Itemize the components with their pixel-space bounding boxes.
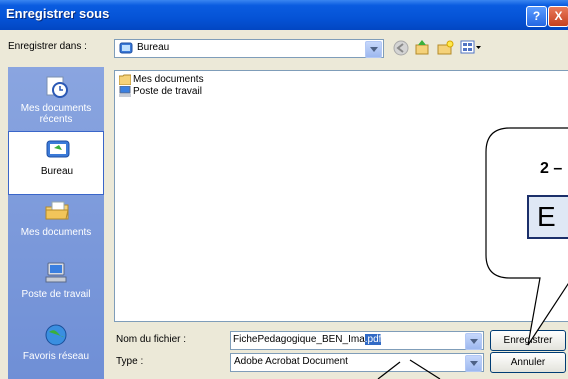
callout-overlay	[377, 127, 568, 379]
callout-box-text: E	[537, 201, 556, 232]
callout-step-text: 2 –	[540, 160, 563, 177]
callout-button-preview: E	[527, 195, 568, 239]
save-as-dialog: Enregistrer sous ? X Enregistrer dans : …	[0, 0, 568, 379]
